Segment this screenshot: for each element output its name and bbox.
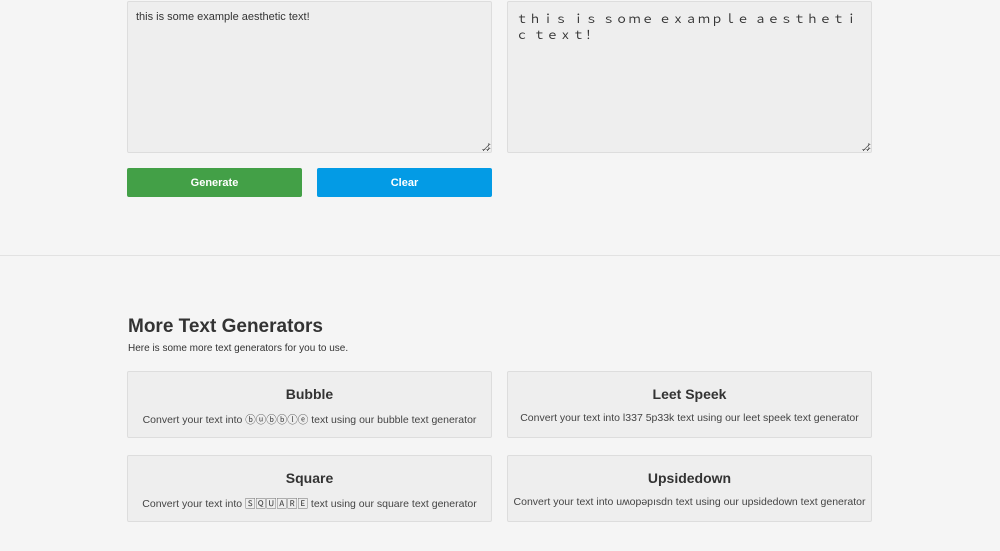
- section-title: More Text Generators: [128, 316, 323, 337]
- card-upsidedown[interactable]: Upsidedown Convert your text into uʍopǝpı…: [507, 455, 872, 522]
- card-title: Bubble: [285, 386, 334, 402]
- card-desc: Convert your text into ⓑⓤⓑⓑⓛⓔ text using…: [142, 414, 477, 426]
- resize-handle[interactable]: [482, 143, 489, 150]
- generate-button[interactable]: Generate: [127, 168, 302, 197]
- clear-button[interactable]: Clear: [317, 168, 492, 197]
- card-leet-speek[interactable]: Leet Speek Convert your text into l337 5p…: [507, 371, 872, 438]
- output-textarea[interactable]: ｔｈｉｓ ｉｓ ｓｏｍｅ ｅｘａｍｐｌｅ ａｅｓｔｈｅｔｉｃ ｔｅｘｔ！: [507, 1, 872, 153]
- card-desc: Convert your text into 🅂🅀🅄🄰🅁🄴 text using…: [142, 498, 477, 510]
- card-desc: Convert your text into l337 5p33k text u…: [520, 412, 859, 424]
- card-bubble[interactable]: Bubble Convert your text into ⓑⓤⓑⓑⓛⓔ text…: [127, 371, 492, 438]
- input-text: this is some example aesthetic text!: [136, 11, 310, 23]
- card-square[interactable]: Square Convert your text into 🅂🅀🅄🄰🅁🄴 text…: [127, 455, 492, 522]
- card-title: Upsidedown: [647, 470, 732, 486]
- card-desc: Convert your text into uʍopǝpısdn text u…: [513, 496, 866, 508]
- section-subtitle: Here is some more text generators for yo…: [128, 343, 349, 354]
- card-title: Square: [285, 470, 334, 486]
- input-textarea[interactable]: this is some example aesthetic text!: [127, 1, 492, 153]
- card-title: Leet Speek: [652, 386, 727, 402]
- divider: [0, 255, 1000, 256]
- resize-handle[interactable]: [862, 143, 869, 150]
- output-text: ｔｈｉｓ ｉｓ ｓｏｍｅ ｅｘａｍｐｌｅ ａｅｓｔｈｅｔｉｃ ｔｅｘｔ！: [516, 12, 859, 42]
